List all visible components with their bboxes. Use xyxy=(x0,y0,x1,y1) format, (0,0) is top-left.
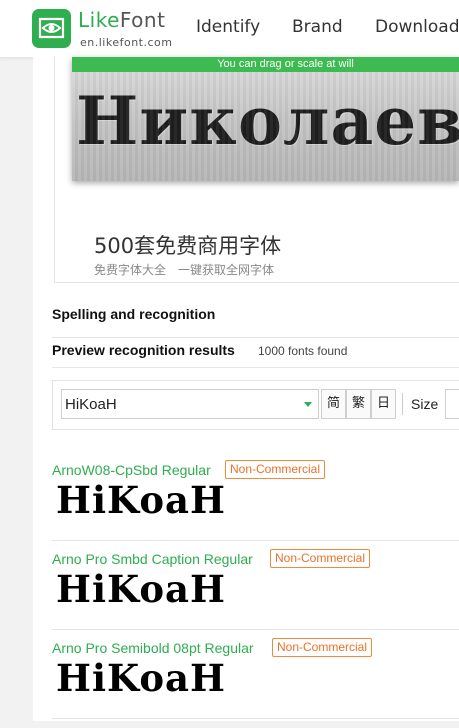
size-label: Size xyxy=(411,396,439,412)
preview-photo: Николаев xyxy=(72,72,459,181)
font-sample[interactable]: HiKoaH xyxy=(56,478,226,522)
font-sample[interactable]: HiKoaH xyxy=(56,656,226,700)
license-badge: Non-Commercial xyxy=(272,638,373,657)
logo[interactable] xyxy=(32,9,71,48)
results-count: 1000 fonts found xyxy=(258,344,348,358)
size-input[interactable] xyxy=(445,389,459,419)
nav-download[interactable]: Download xyxy=(375,17,459,37)
font-result[interactable]: Arno Pro Smbd Caption Regular Non-Commer… xyxy=(52,549,459,639)
divider xyxy=(52,337,459,338)
divider xyxy=(52,629,459,630)
traditional-button[interactable]: 繁 xyxy=(346,389,371,419)
divider xyxy=(52,367,459,368)
font-name-link[interactable]: Arno Pro Semibold 08pt Regular xyxy=(52,640,254,656)
promo-subtitle[interactable]: 免费字体大全 一键获取全网字体 xyxy=(94,261,274,278)
simplified-button[interactable]: 简 xyxy=(321,389,346,419)
divider xyxy=(52,540,459,541)
brand-name: LikeFont xyxy=(78,8,166,32)
drag-hint-text: You can drag or scale at will xyxy=(217,58,354,70)
results-title: Preview recognition results xyxy=(52,342,235,358)
nav-brand[interactable]: Brand xyxy=(292,17,343,37)
divider xyxy=(52,718,459,719)
top-header: LikeFont en.likefont.com Identify Brand … xyxy=(0,0,459,58)
font-result[interactable]: Arno Pro Semibold 08pt Regular Non-Comme… xyxy=(52,638,459,728)
eye-logo-icon xyxy=(38,17,65,39)
nav-identify[interactable]: Identify xyxy=(196,17,260,37)
font-sample[interactable]: HiKoaH xyxy=(56,567,226,611)
license-badge: Non-Commercial xyxy=(225,460,326,479)
font-result[interactable]: ArnoW08-CpSbd Regular Non-Commercial HiK… xyxy=(52,460,459,550)
font-preview-image[interactable]: You can drag or scale at will Николаев xyxy=(72,57,459,181)
chevron-down-icon[interactable] xyxy=(304,402,312,407)
preview-text-input[interactable] xyxy=(65,394,295,414)
promo-title[interactable]: 500套免费商用字体 xyxy=(94,230,281,260)
preview-sample-text: Николаев xyxy=(76,82,459,160)
toolbar-separator xyxy=(402,393,403,415)
license-badge: Non-Commercial xyxy=(270,549,371,568)
drag-hint-bar: You can drag or scale at will xyxy=(72,57,459,72)
brand-url: en.likefont.com xyxy=(80,36,173,49)
preview-text-field[interactable] xyxy=(61,389,319,419)
spelling-title: Spelling and recognition xyxy=(52,306,216,322)
font-name-link[interactable]: ArnoW08-CpSbd Regular xyxy=(52,462,211,478)
font-name-link[interactable]: Arno Pro Smbd Caption Regular xyxy=(52,551,253,567)
japanese-button[interactable]: 日 xyxy=(371,389,396,419)
